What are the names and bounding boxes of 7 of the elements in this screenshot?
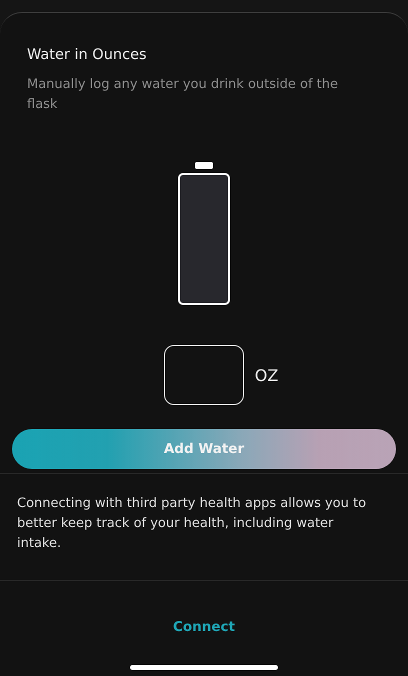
sheet-title: Water in Ounces [27, 47, 148, 63]
sheet-subtitle: Manually log any water you drink outside of the flask [27, 76, 340, 114]
bottle-cap-icon [195, 162, 213, 169]
info-text: Connecting with third party health apps allows you to better keep track of your health, including water intake. [16, 495, 368, 553]
connect-button[interactable]: Connect [168, 615, 239, 639]
amount-field[interactable] [164, 345, 244, 405]
unit-label: OZ [254, 366, 278, 384]
